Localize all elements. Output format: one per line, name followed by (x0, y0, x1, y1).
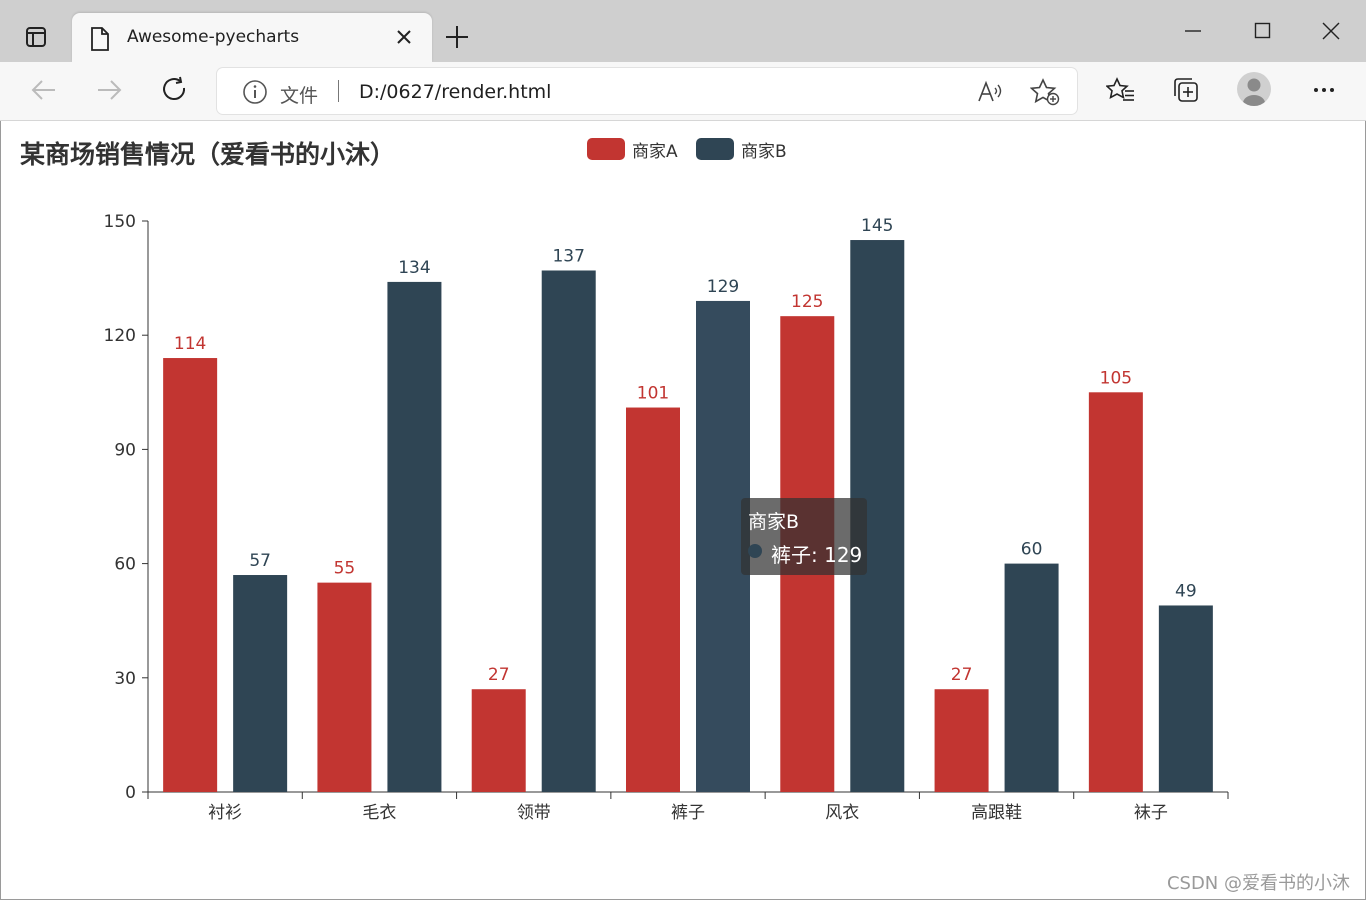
data-label: 27 (951, 665, 973, 685)
data-label: 114 (174, 334, 206, 354)
data-label: 129 (707, 277, 739, 297)
x-tick-label: 袜子 (1134, 803, 1168, 823)
y-tick-label: 120 (104, 326, 136, 346)
x-tick-label: 毛衣 (362, 803, 396, 823)
tooltip-marker (748, 544, 762, 558)
data-label: 134 (398, 258, 430, 278)
bar-series-b (541, 270, 596, 792)
tooltip-value: 裤子: 129 (771, 543, 863, 567)
y-tick-label: 150 (104, 212, 136, 232)
watermark: CSDN @爱看书的小沐 (1166, 873, 1350, 894)
bar-series-b (387, 281, 442, 792)
bar-series-a (1088, 392, 1143, 792)
data-label: 55 (334, 559, 356, 579)
tooltip-series: 商家B (748, 511, 800, 533)
data-label: 105 (1100, 368, 1132, 388)
data-label: 49 (1175, 581, 1197, 601)
y-tick-label: 60 (114, 555, 136, 575)
x-tick-label: 裤子 (671, 803, 705, 823)
x-tick-label: 领带 (517, 803, 551, 823)
data-label: 145 (861, 216, 893, 236)
bar-series-a (317, 582, 372, 792)
data-label: 60 (1021, 540, 1043, 560)
y-tick-label: 0 (125, 783, 136, 803)
bar-series-b (233, 575, 288, 792)
data-label: 57 (249, 551, 271, 571)
x-tick-label: 高跟鞋 (971, 803, 1022, 823)
data-label: 137 (552, 246, 584, 266)
y-tick-label: 30 (114, 669, 136, 689)
x-tick-label: 风衣 (825, 803, 859, 823)
bar-series-b (1004, 563, 1059, 792)
y-tick-label: 90 (114, 440, 136, 460)
x-tick-label: 衬衫 (208, 803, 242, 823)
data-label: 125 (791, 292, 823, 312)
bar-series-a (934, 689, 989, 792)
bar-chart: 0 30 60 90 120 150 衬衫 114 57 毛衣 55 134 领带 27 137 裤子 101 1… (104, 212, 1229, 823)
data-label: 27 (488, 665, 510, 685)
tooltip: 商家B 裤子: 129 (741, 498, 867, 575)
bar-series-b (1158, 605, 1213, 792)
bar-series-a (163, 358, 218, 792)
bar-series-a (471, 689, 526, 792)
data-label: 101 (637, 384, 669, 404)
bar-series-a (626, 407, 680, 792)
